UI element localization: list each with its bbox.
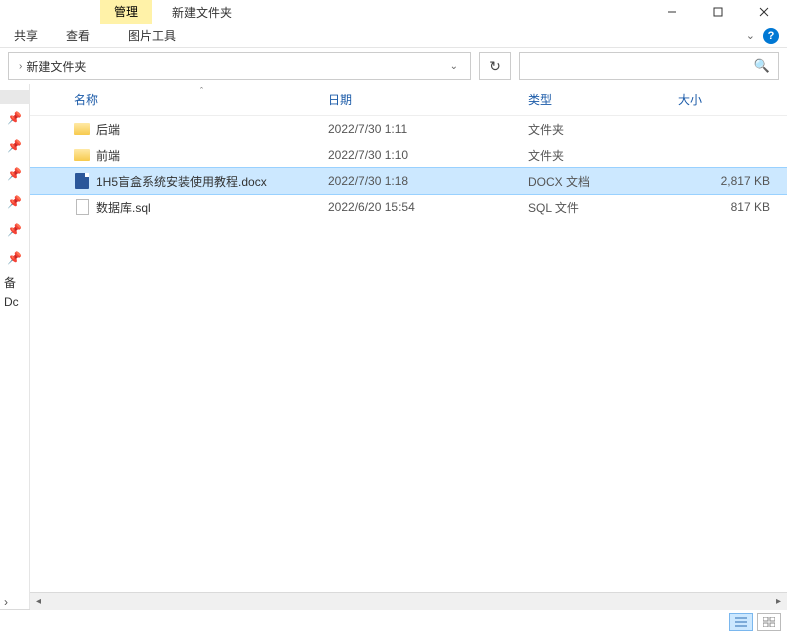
- breadcrumb[interactable]: › 新建文件夹 ⌄: [8, 52, 471, 80]
- folder-icon: [74, 121, 90, 137]
- file-type: SQL 文件: [520, 199, 670, 216]
- window-title: 新建文件夹: [152, 0, 649, 24]
- file-name: 数据库.sql: [96, 199, 151, 216]
- column-header-type[interactable]: 类型: [520, 91, 670, 108]
- pin-icon[interactable]: 📌: [0, 160, 29, 188]
- column-header-date[interactable]: 日期: [320, 91, 520, 108]
- ribbon-tab-picture-tools[interactable]: 图片工具: [114, 24, 190, 47]
- navigation-pane[interactable]: 📌 📌 📌 📌 📌 📌 备 Dc ›: [0, 84, 30, 609]
- ribbon-collapse-icon[interactable]: ⌄: [746, 29, 755, 42]
- expand-sidebar-icon[interactable]: ›: [4, 595, 8, 609]
- file-date: 2022/7/30 1:10: [320, 148, 520, 162]
- thumbnails-view-button[interactable]: [757, 613, 781, 631]
- file-name: 1H5盲盒系统安装使用教程.docx: [96, 173, 267, 190]
- file-type: 文件夹: [520, 121, 670, 138]
- file-list: 后端2022/7/30 1:11文件夹前端2022/7/30 1:10文件夹1H…: [30, 116, 787, 592]
- file-date: 2022/7/30 1:18: [320, 174, 520, 188]
- file-row[interactable]: 后端 2022/7/30 1:11文件夹: [30, 116, 787, 142]
- refresh-icon: ↻: [489, 58, 501, 75]
- column-header-size[interactable]: 大小: [670, 91, 770, 108]
- file-row[interactable]: 前端 2022/7/30 1:10文件夹: [30, 142, 787, 168]
- status-bar: [0, 609, 787, 633]
- pin-icon[interactable]: 📌: [0, 132, 29, 160]
- minimize-button[interactable]: [649, 0, 695, 24]
- pin-icon[interactable]: 📌: [0, 104, 29, 132]
- help-icon[interactable]: ?: [763, 28, 779, 44]
- breadcrumb-location[interactable]: 新建文件夹: [26, 58, 443, 75]
- scroll-right-icon[interactable]: ▸: [770, 593, 787, 610]
- search-input[interactable]: 🔍: [519, 52, 779, 80]
- pin-icon[interactable]: 📌: [0, 216, 29, 244]
- file-type: 文件夹: [520, 147, 670, 164]
- scroll-track[interactable]: [47, 593, 770, 610]
- file-name: 后端: [96, 121, 120, 138]
- scroll-left-icon[interactable]: ◂: [30, 593, 47, 610]
- sidebar-item-label[interactable]: 备: [0, 272, 29, 293]
- sidebar-item-label[interactable]: Dc: [0, 293, 29, 311]
- close-icon: [759, 7, 769, 17]
- address-bar: › 新建文件夹 ⌄ ↻ 🔍: [0, 48, 787, 84]
- ribbon-tab-manage[interactable]: 管理: [100, 0, 152, 24]
- pin-icon[interactable]: 📌: [0, 244, 29, 272]
- file-row[interactable]: 数据库.sql 2022/6/20 15:54SQL 文件817 KB: [30, 194, 787, 220]
- file-type: DOCX 文档: [520, 173, 670, 190]
- thumbnails-view-icon: [763, 617, 775, 627]
- refresh-button[interactable]: ↻: [479, 52, 511, 80]
- file-list-area: ˆ 名称 日期 类型 大小 后端2022/7/30 1:11文件夹前端2022/…: [30, 84, 787, 609]
- horizontal-scrollbar[interactable]: ◂ ▸: [30, 592, 787, 609]
- breadcrumb-chevron-icon[interactable]: ›: [15, 61, 26, 72]
- folder-icon: [74, 147, 90, 163]
- details-view-button[interactable]: [729, 613, 753, 631]
- search-icon: 🔍: [754, 58, 770, 74]
- file-size: 2,817 KB: [670, 174, 770, 188]
- maximize-icon: [713, 7, 723, 17]
- column-headers: ˆ 名称 日期 类型 大小: [30, 84, 787, 116]
- titlebar: 管理 新建文件夹 共享 查看 图片工具 ⌄ ?: [0, 0, 787, 48]
- details-view-icon: [735, 617, 747, 627]
- ribbon-tab-view[interactable]: 查看: [52, 24, 104, 47]
- file-date: 2022/7/30 1:11: [320, 122, 520, 136]
- column-header-name[interactable]: 名称: [30, 91, 320, 108]
- file-date: 2022/6/20 15:54: [320, 200, 520, 214]
- close-button[interactable]: [741, 0, 787, 24]
- file-size: 817 KB: [670, 200, 770, 214]
- breadcrumb-dropdown-icon[interactable]: ⌄: [444, 61, 464, 72]
- file-icon: [74, 199, 90, 215]
- minimize-icon: [667, 7, 677, 17]
- file-row[interactable]: 1H5盲盒系统安装使用教程.docx 2022/7/30 1:18DOCX 文档2…: [30, 168, 787, 194]
- sidebar-top-strip: [0, 90, 30, 104]
- maximize-button[interactable]: [695, 0, 741, 24]
- file-name: 前端: [96, 147, 120, 164]
- pin-icon[interactable]: 📌: [0, 188, 29, 216]
- ribbon-tab-share[interactable]: 共享: [0, 24, 52, 47]
- docx-icon: [74, 173, 90, 189]
- sort-indicator-icon: ˆ: [200, 86, 203, 96]
